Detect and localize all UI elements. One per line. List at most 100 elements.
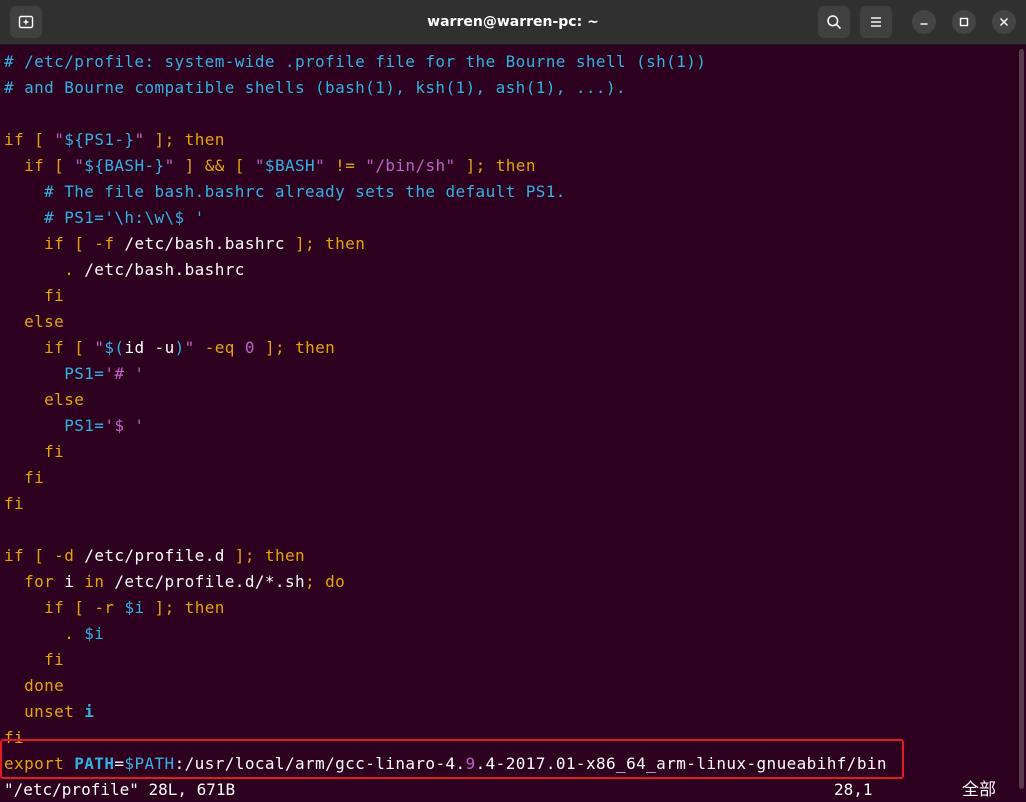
code-token: then [184,598,225,617]
code-token: [ [64,234,95,253]
minimize-button[interactable] [912,10,936,34]
code-token: ]; [144,130,185,149]
code-token: " [54,130,65,149]
code-token: for [4,572,55,591]
code-token: ]; [284,234,326,253]
code-line: # The file bash.bashrc already sets the … [4,179,887,205]
code-line: done [4,673,887,699]
code-token: [ [24,546,55,565]
code-token: fi [4,286,65,305]
code-token: unset [4,702,85,721]
title-bar: warren@warren-pc: ~ [0,0,1026,45]
code-token: fi [4,442,65,461]
editor-buffer[interactable]: # /etc/profile: system-wide .profile fil… [4,49,887,777]
code-token: then [295,338,336,357]
code-line: if [ -f /etc/bash.bashrc ]; then [4,231,887,257]
code-token: # PS1='\h:\w\$ ' [4,208,205,227]
code-line: # and Bourne compatible shells (bash(1),… [4,75,887,101]
code-line: fi [4,439,887,465]
code-token: " [164,156,175,175]
code-token: $i [124,598,145,617]
code-token: # and Bourne compatible shells (bash(1),… [4,78,627,97]
code-line: PS1='$ ' [4,413,887,439]
code-token: [ [64,598,95,617]
status-file-info: "/etc/profile" 28L, 671B [4,780,236,799]
code-token: PS1= [4,364,105,383]
code-token: else [4,312,65,331]
code-line: else [4,387,887,413]
status-cursor-position: 28,1 [834,780,873,799]
close-button[interactable] [992,10,1016,34]
scrollbar[interactable] [1016,45,1026,802]
code-token: # /etc/profile: system-wide .profile fil… [4,52,707,71]
code-line: if [ -r $i ]; then [4,595,887,621]
search-icon [827,15,842,30]
code-token: i [54,572,85,591]
code-token: i [84,702,95,721]
highlight-box [0,739,904,779]
code-token: -eq [194,338,245,357]
code-line: if [ -d /etc/profile.d ]; then [4,543,887,569]
code-token: in [84,572,105,591]
code-line: fi [4,647,887,673]
code-token: then [495,156,536,175]
code-token: -f [94,234,115,253]
scrollbar-thumb[interactable] [1019,49,1024,789]
code-token: -d [54,546,75,565]
menu-button[interactable] [860,6,892,38]
code-token: else [4,390,85,409]
code-token: '$ ' [104,416,145,435]
maximize-icon [959,17,969,27]
search-button[interactable] [818,6,850,38]
code-token: -r [94,598,115,617]
code-line: . /etc/bash.bashrc [4,257,887,283]
code-token: $i [84,624,105,643]
code-token: " [254,156,265,175]
code-line: fi [4,465,887,491]
terminal-area[interactable]: # /etc/profile: system-wide .profile fil… [0,45,1016,802]
code-token: '# ' [104,364,145,383]
code-token: if [4,156,45,175]
code-token: fi [4,494,25,513]
code-token: if [4,598,65,617]
code-line: fi [4,491,887,517]
code-token: 0 [244,338,255,357]
code-token: [ [64,338,95,357]
code-token: then [325,234,366,253]
maximize-button[interactable] [952,10,976,34]
code-token: ]; [455,156,496,175]
code-token: id -u [124,338,175,357]
code-line: . $i [4,621,887,647]
code-token: "/bin/sh" [365,156,456,175]
code-token: ]; [254,338,296,357]
code-token: " [184,338,195,357]
code-token: done [4,676,65,695]
code-token: /etc/bash.bashrc [114,234,285,253]
status-scroll-indicator: 全部 [962,780,996,800]
code-token: /etc/profile.d/*.sh [104,572,306,591]
code-line: if [ "${PS1-}" ]; then [4,127,887,153]
code-token: . [4,624,85,643]
code-token: $BASH [264,156,316,175]
code-token: /etc/bash.bashrc [84,260,245,279]
code-token: $( [104,338,125,357]
minimize-icon [920,23,928,25]
code-token: if [4,338,65,357]
menu-icon [871,17,881,27]
code-line: unset i [4,699,887,725]
code-line: fi [4,283,887,309]
close-icon [1000,18,1008,26]
code-token: if [4,234,65,253]
code-token: ]; [144,598,185,617]
code-line: # /etc/profile: system-wide .profile fil… [4,49,887,75]
code-token: ; [305,572,326,591]
code-token: /etc/profile.d [74,546,225,565]
code-token: [ [44,156,75,175]
code-token: " [134,130,145,149]
code-line: PS1='# ' [4,361,887,387]
code-line: if [ "$(id -u)" -eq 0 ]; then [4,335,887,361]
code-token: . [4,260,85,279]
